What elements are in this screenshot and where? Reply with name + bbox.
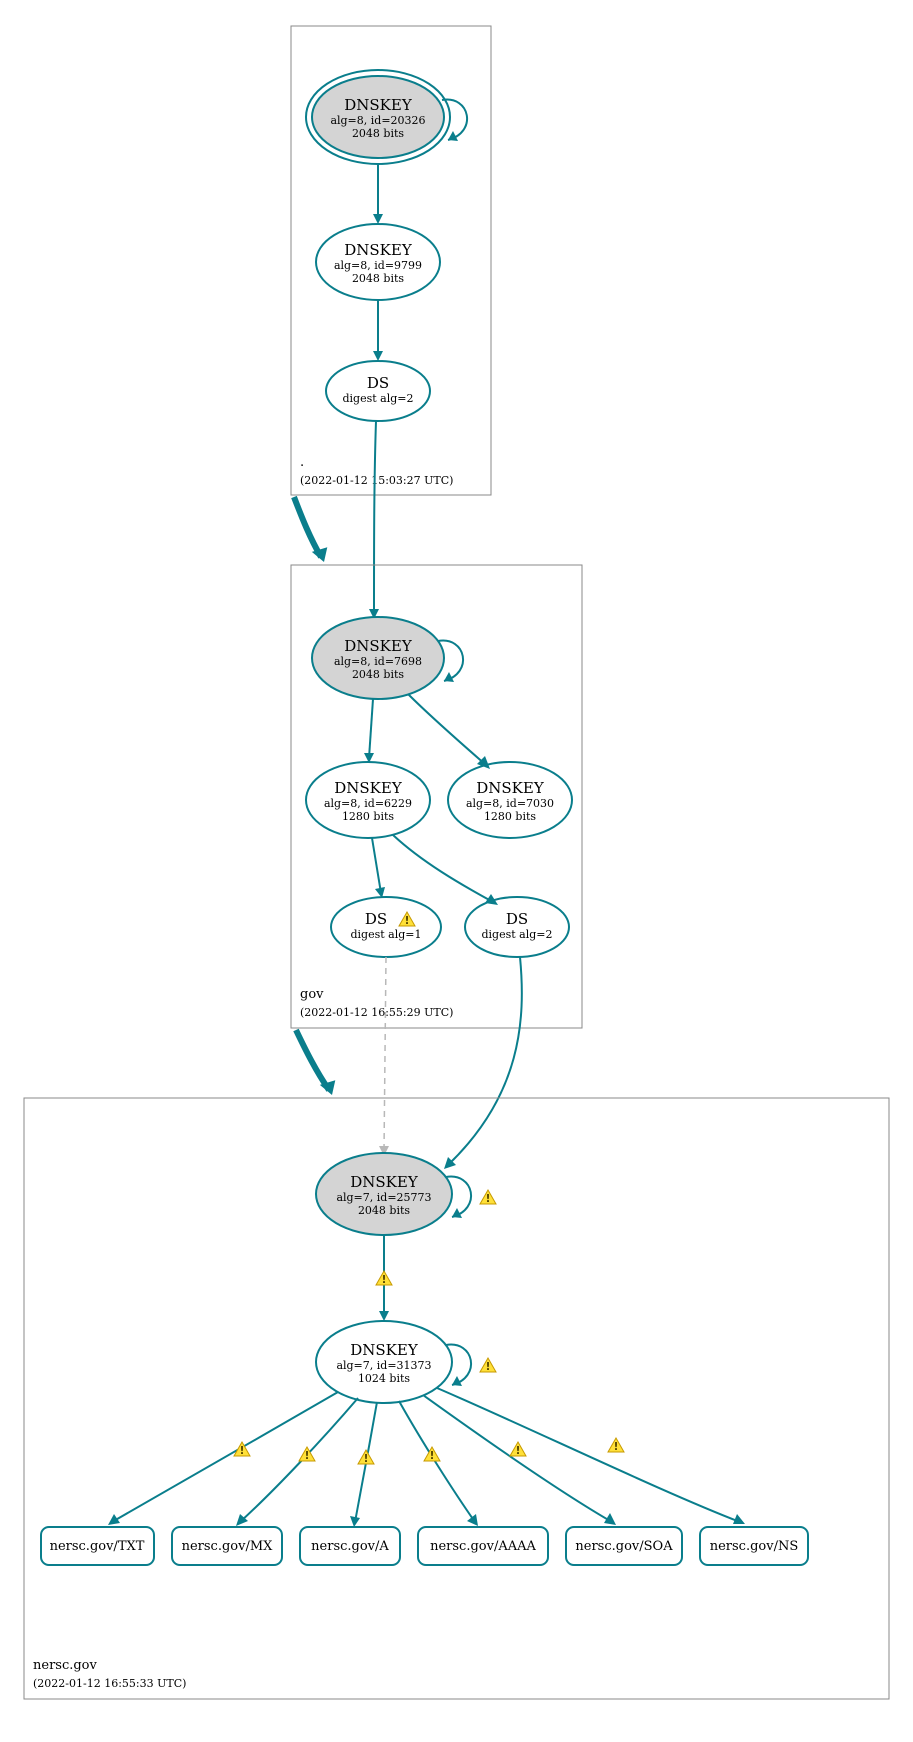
svg-text:alg=8, id=9799: alg=8, id=9799	[334, 259, 422, 272]
svg-text:DNSKEY: DNSKEY	[334, 779, 403, 797]
svg-text:!: !	[485, 1192, 490, 1205]
zone-root-ts: (2022-01-12 15:03:27 UTC)	[300, 474, 453, 487]
node-gov-ds1[interactable]: DS digest alg=1	[331, 897, 441, 957]
rr-ns[interactable]: nersc.gov/NS	[700, 1527, 808, 1565]
node-root-ksk[interactable]: DNSKEY alg=8, id=20326 2048 bits	[306, 70, 450, 164]
zone-root-name: .	[300, 455, 304, 470]
zone-nersc-ts: (2022-01-12 16:55:33 UTC)	[33, 1677, 186, 1690]
svg-text:2048 bits: 2048 bits	[358, 1204, 410, 1217]
rr-a[interactable]: nersc.gov/A	[300, 1527, 400, 1565]
svg-text:!: !	[239, 1444, 244, 1457]
warning-icon: !	[358, 1450, 374, 1465]
zone-gov-ts: (2022-01-12 16:55:29 UTC)	[300, 1006, 453, 1019]
svg-text:nersc.gov/AAAA: nersc.gov/AAAA	[430, 1539, 536, 1554]
svg-text:alg=8, id=6229: alg=8, id=6229	[324, 797, 412, 810]
svg-text:!: !	[363, 1452, 368, 1465]
rr-soa[interactable]: nersc.gov/SOA	[566, 1527, 682, 1565]
edge-deleg-gov-nersc	[296, 1030, 329, 1090]
svg-text:!: !	[404, 914, 409, 927]
edge-gov-zsk1-ds2	[393, 835, 493, 902]
svg-text:!: !	[304, 1449, 309, 1462]
node-nersc-zsk[interactable]: DNSKEY alg=7, id=31373 1024 bits	[316, 1321, 452, 1403]
zone-nersc-name: nersc.gov	[33, 1658, 98, 1673]
svg-text:!: !	[613, 1440, 618, 1453]
svg-text:digest alg=2: digest alg=2	[481, 928, 552, 941]
svg-text:nersc.gov/SOA: nersc.gov/SOA	[575, 1539, 673, 1554]
edge-gov-ds2-nersc-ksk	[448, 957, 522, 1165]
node-nersc-ksk[interactable]: DNSKEY alg=7, id=25773 2048 bits	[316, 1153, 452, 1235]
svg-text:nersc.gov/TXT: nersc.gov/TXT	[50, 1539, 145, 1554]
svg-text:alg=7, id=31373: alg=7, id=31373	[336, 1359, 431, 1372]
svg-text:nersc.gov/MX: nersc.gov/MX	[182, 1539, 274, 1554]
warning-icon: !	[480, 1190, 496, 1205]
svg-text:DNSKEY: DNSKEY	[350, 1341, 419, 1359]
dnssec-graph: . (2022-01-12 15:03:27 UTC) DNSKEY alg=8…	[0, 0, 913, 1742]
edge-gov-ds1-nersc-ksk	[384, 957, 386, 1151]
svg-text:DNSKEY: DNSKEY	[476, 779, 545, 797]
svg-text:DNSKEY: DNSKEY	[350, 1173, 419, 1191]
warning-icon: !	[510, 1442, 526, 1457]
warning-icon: !	[376, 1271, 392, 1286]
svg-text:!: !	[485, 1360, 490, 1373]
node-gov-zsk2[interactable]: DNSKEY alg=8, id=7030 1280 bits	[448, 762, 572, 838]
svg-text:2048 bits: 2048 bits	[352, 272, 404, 285]
svg-text:DNSKEY: DNSKEY	[344, 637, 413, 655]
svg-text:alg=8, id=20326: alg=8, id=20326	[330, 114, 425, 127]
rr-mx[interactable]: nersc.gov/MX	[172, 1527, 282, 1565]
svg-text:1024 bits: 1024 bits	[358, 1372, 410, 1385]
edge-gov-ksk-zsk1	[369, 699, 373, 758]
svg-text:alg=8, id=7030: alg=8, id=7030	[466, 797, 554, 810]
node-gov-ksk[interactable]: DNSKEY alg=8, id=7698 2048 bits	[312, 617, 444, 699]
warning-icon: !	[608, 1438, 624, 1453]
warning-icon: !	[480, 1358, 496, 1373]
node-root-zsk[interactable]: DNSKEY alg=8, id=9799 2048 bits	[316, 224, 440, 300]
svg-text:DNSKEY: DNSKEY	[344, 96, 413, 114]
svg-text:2048 bits: 2048 bits	[352, 127, 404, 140]
svg-text:digest alg=1: digest alg=1	[350, 928, 421, 941]
node-gov-ds2[interactable]: DS digest alg=2	[465, 897, 569, 957]
svg-text:digest alg=2: digest alg=2	[342, 392, 413, 405]
svg-text:!: !	[381, 1273, 386, 1286]
zone-gov: gov (2022-01-12 16:55:29 UTC) DNSKEY alg…	[291, 565, 582, 1028]
svg-text:DNSKEY: DNSKEY	[344, 241, 413, 259]
edge-gov-ksk-zsk2	[408, 694, 486, 765]
zone-nersc: nersc.gov (2022-01-12 16:55:33 UTC) DNSK…	[24, 1098, 889, 1699]
zone-root: . (2022-01-12 15:03:27 UTC) DNSKEY alg=8…	[291, 26, 491, 495]
svg-text:nersc.gov/NS: nersc.gov/NS	[710, 1539, 799, 1554]
zone-gov-name: gov	[300, 987, 324, 1002]
svg-text:DS: DS	[367, 374, 389, 392]
svg-text:DS: DS	[365, 910, 387, 928]
svg-text:alg=8, id=7698: alg=8, id=7698	[334, 655, 422, 668]
rr-txt[interactable]: nersc.gov/TXT	[41, 1527, 154, 1565]
edge-deleg-root-gov	[294, 497, 321, 557]
svg-text:2048 bits: 2048 bits	[352, 668, 404, 681]
svg-text:DS: DS	[506, 910, 528, 928]
svg-text:alg=7, id=25773: alg=7, id=25773	[336, 1191, 431, 1204]
svg-text:1280 bits: 1280 bits	[342, 810, 394, 823]
edge-gov-zsk1-ds1	[372, 838, 381, 893]
svg-text:!: !	[515, 1444, 520, 1457]
edge-root-ds-gov-ksk	[374, 421, 376, 614]
rr-aaaa[interactable]: nersc.gov/AAAA	[418, 1527, 548, 1565]
node-gov-zsk1[interactable]: DNSKEY alg=8, id=6229 1280 bits	[306, 762, 430, 838]
svg-text:!: !	[429, 1449, 434, 1462]
node-root-ds[interactable]: DS digest alg=2	[326, 361, 430, 421]
svg-text:1280 bits: 1280 bits	[484, 810, 536, 823]
svg-text:nersc.gov/A: nersc.gov/A	[311, 1539, 389, 1554]
